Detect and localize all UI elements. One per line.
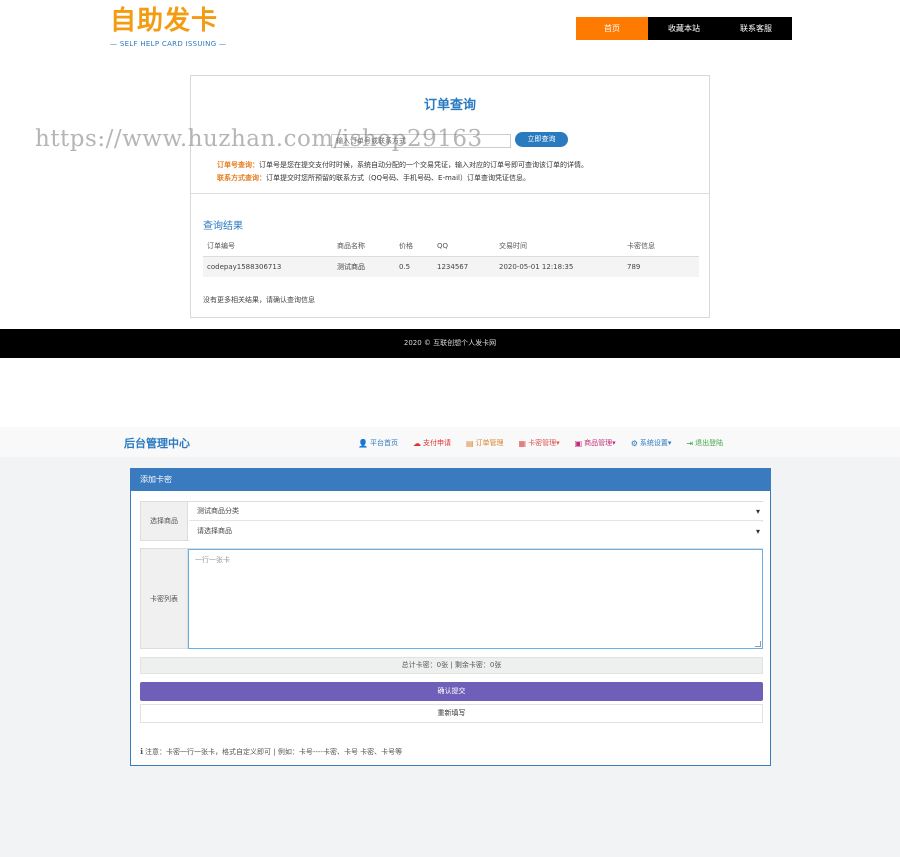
goods-icon: ▣ [574, 438, 583, 448]
admin-section: 后台管理中心 👤 平台首页 ☁ 支付申请 ▤ 订单管理 ▦ 卡密管理▾ ▣ 商品… [0, 427, 900, 857]
logo-subtitle: — SELF HELP CARD ISSUING — [110, 40, 227, 48]
nav-favorite[interactable]: 收藏本站 [648, 17, 720, 40]
logo-text: 自助发卡 [110, 6, 219, 36]
col-time: 交易时间 [495, 236, 623, 257]
admin-nav-label: 系统设置▾ [639, 439, 672, 447]
gear-icon: ⚙ [630, 438, 638, 448]
submit-button[interactable]: 确认提交 [140, 682, 763, 701]
select-goods-label: 选择商品 [141, 502, 188, 540]
no-more-results: 没有更多相关结果，请确认查询信息 [203, 296, 315, 304]
card-count: 总计卡密：0张 | 剩余卡密：0张 [140, 657, 763, 674]
cell-goods: 测试商品 [333, 256, 395, 277]
cell-qq: 1234567 [433, 256, 495, 277]
admin-nav-pay[interactable]: ☁ 支付申请 [413, 438, 451, 448]
table-header-row: 订单编号 商品名称 价格 QQ 交易时间 卡密信息 [203, 236, 699, 257]
tip-contact-text: 订单提交时您所预留的联系方式（QQ号码、手机号码、E-mail）订单查询凭证信息… [266, 174, 530, 182]
card-list-row: 卡密列表 一行一张卡 [140, 548, 763, 649]
site-logo[interactable]: 自助发卡 — SELF HELP CARD ISSUING — [110, 6, 230, 54]
select-goods-row: 选择商品 测试商品分类 请选择商品 [140, 501, 763, 541]
admin-nav-logout[interactable]: ⇥ 退出登陆 [686, 438, 723, 448]
site-footer: 2020 © 互联创想个人发卡网 [0, 329, 900, 358]
category-select[interactable]: 测试商品分类 [189, 502, 763, 521]
note: ℹ 注意：卡密一行一张卡，格式自定义即可 | 例如：卡号----卡密、卡号 卡密、… [140, 747, 402, 757]
panel-title: 添加卡密 [131, 469, 770, 491]
tip-order-number: 订单号查询：订单号是您在提交支付时时候，系统自动分配的一个交易凭证，输入对应的订… [217, 160, 588, 170]
order-icon: ▤ [465, 438, 474, 448]
result-title: 查询结果 [203, 221, 243, 232]
info-icon: ℹ [140, 747, 144, 756]
result-table: 订单编号 商品名称 价格 QQ 交易时间 卡密信息 codepay1588306… [203, 236, 699, 277]
nav-contact[interactable]: 联系客服 [720, 17, 792, 40]
card-list-label: 卡密列表 [141, 549, 188, 648]
table-row: codepay1588306713 测试商品 0.5 1234567 2020-… [203, 256, 699, 277]
admin-nav-label: 支付申请 [422, 439, 451, 447]
card-list-textarea[interactable]: 一行一张卡 [188, 549, 763, 649]
tip-order-text: 订单号是您在提交支付时时候，系统自动分配的一个交易凭证，输入对应的订单号即可查询… [259, 161, 588, 169]
cloud-icon: ☁ [412, 438, 421, 448]
cell-price: 0.5 [395, 256, 433, 277]
tip-order-key: 订单号查询： [217, 161, 259, 169]
admin-nav-settings[interactable]: ⚙ 系统设置▾ [631, 438, 672, 448]
page: 自助发卡 — SELF HELP CARD ISSUING — 首页 收藏本站 … [0, 0, 900, 857]
note-text: 注意：卡密一行一张卡，格式自定义即可 | 例如：卡号----卡密、卡号 卡密、卡… [145, 748, 403, 756]
col-card: 卡密信息 [623, 236, 699, 257]
divider [191, 193, 709, 194]
admin-nav-label: 卡密管理▾ [528, 439, 560, 447]
tip-contact-key: 联系方式查询： [217, 174, 266, 182]
admin-header: 后台管理中心 👤 平台首页 ☁ 支付申请 ▤ 订单管理 ▦ 卡密管理▾ ▣ 商品… [0, 427, 900, 457]
cell-card: 789 [623, 256, 699, 277]
col-order-id: 订单编号 [203, 236, 333, 257]
user-icon: 👤 [358, 438, 368, 448]
admin-nav-label: 订单管理 [475, 439, 504, 447]
admin-nav-label: 商品管理▾ [584, 439, 616, 447]
admin-nav-label: 退出登陆 [695, 439, 724, 447]
admin-nav-label: 平台首页 [369, 439, 398, 447]
admin-nav-goods[interactable]: ▣ 商品管理▾ [575, 438, 616, 448]
card-icon: ▦ [518, 438, 527, 448]
admin-nav: 👤 平台首页 ☁ 支付申请 ▤ 订单管理 ▦ 卡密管理▾ ▣ 商品管理▾ ⚙ 系… [358, 438, 738, 448]
cell-order-id: codepay1588306713 [203, 256, 333, 277]
reset-button[interactable]: 重新填写 [140, 704, 763, 723]
nav-home[interactable]: 首页 [576, 17, 648, 40]
tip-contact: 联系方式查询：订单提交时您所预留的联系方式（QQ号码、手机号码、E-mail）订… [217, 173, 530, 183]
query-title: 订单查询 [423, 98, 476, 113]
order-query-card: 订单查询 输入订单号或联系方式 立即查询 https://www.huzhan.… [35, 75, 710, 318]
cell-time: 2020-05-01 12:18:35 [495, 256, 623, 277]
query-button[interactable]: 立即查询 [515, 132, 568, 147]
order-query-input[interactable]: 输入订单号或联系方式 [331, 134, 511, 148]
admin-nav-home[interactable]: 👤 平台首页 [358, 438, 398, 448]
add-card-panel: 添加卡密 选择商品 测试商品分类 请选择商品 卡密列表 一行一张卡 总计卡密：0… [130, 468, 771, 766]
col-price: 价格 [395, 236, 433, 257]
admin-nav-cards[interactable]: ▦ 卡密管理▾ [519, 438, 560, 448]
top-nav: 首页 收藏本站 联系客服 [576, 17, 792, 40]
admin-nav-orders[interactable]: ▤ 订单管理 [466, 438, 504, 448]
goods-select[interactable]: 请选择商品 [189, 522, 763, 541]
admin-brand[interactable]: 后台管理中心 [124, 435, 190, 451]
logout-icon: ⇥ [686, 438, 694, 448]
col-goods: 商品名称 [333, 236, 395, 257]
col-qq: QQ [433, 236, 495, 257]
